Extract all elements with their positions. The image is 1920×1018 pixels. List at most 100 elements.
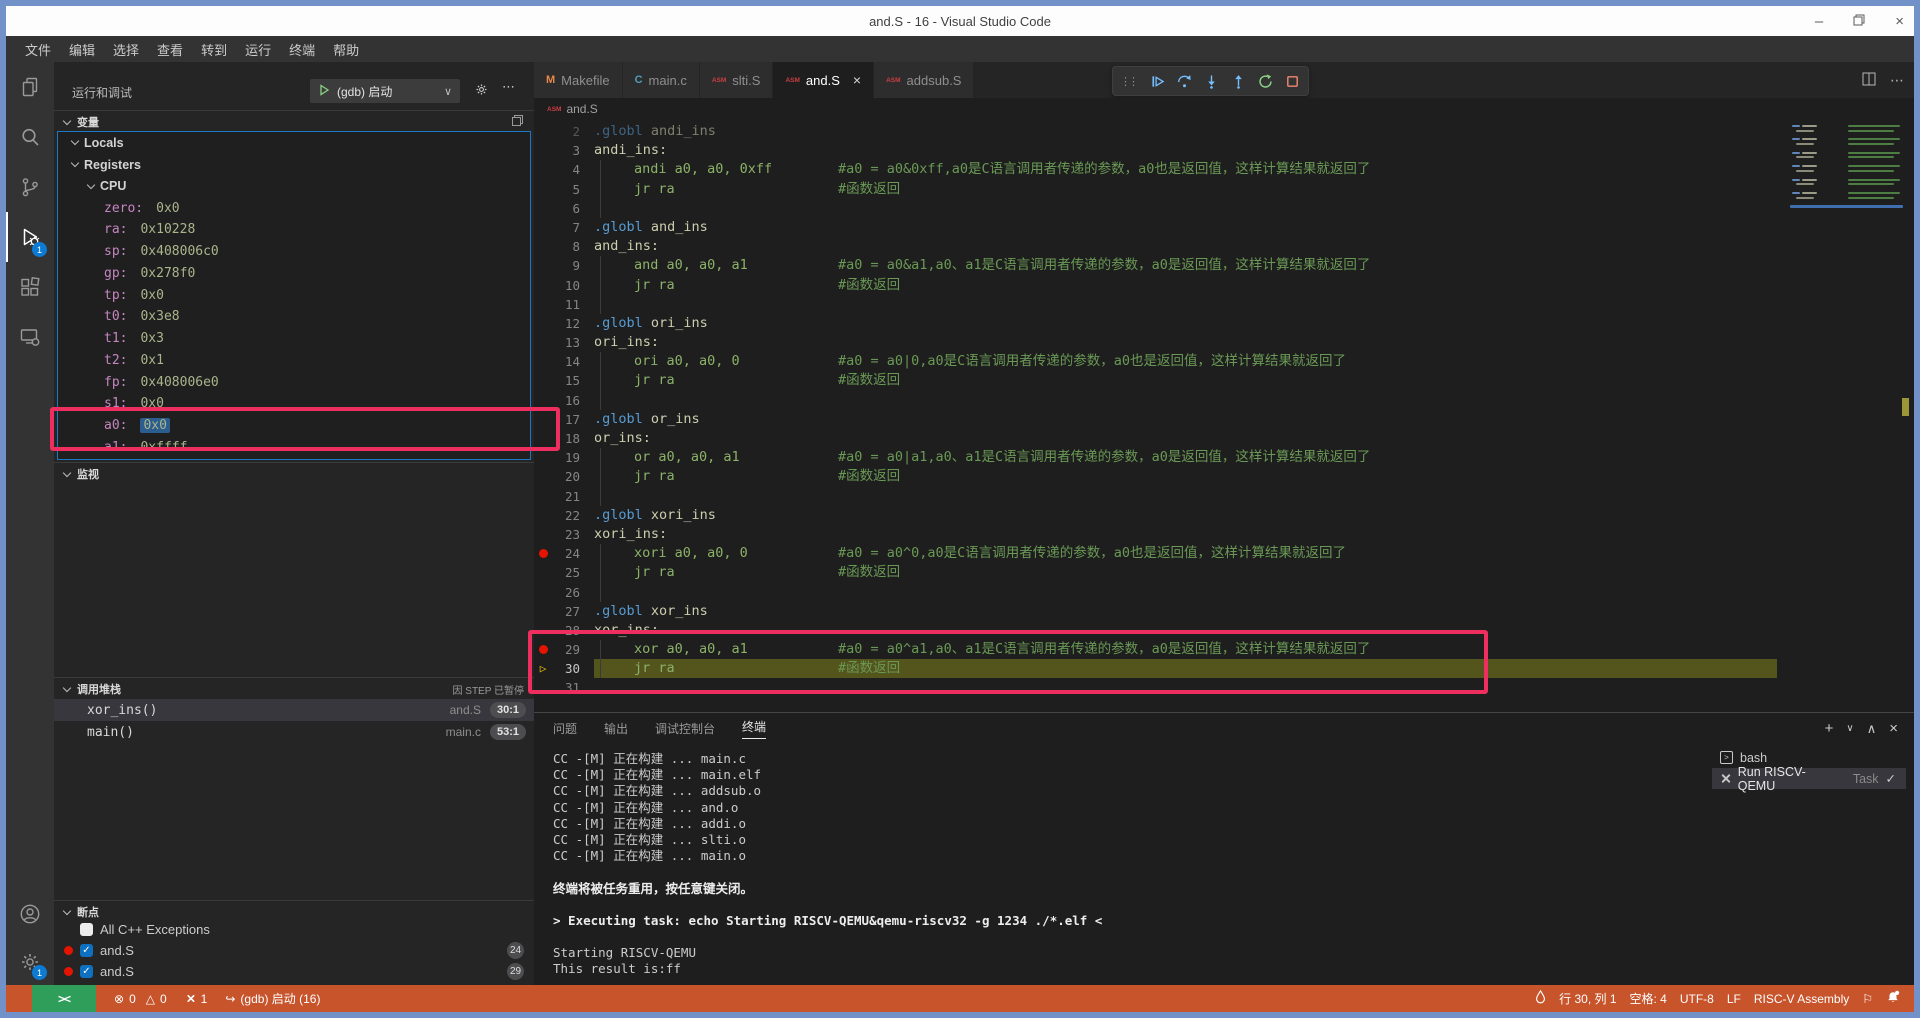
gutter-glyph[interactable] — [534, 506, 552, 525]
register-row-a0[interactable]: a0:0x0 — [58, 415, 530, 437]
code-line-10[interactable]: 10jr ra#函数返回 — [534, 276, 1914, 295]
gutter-glyph[interactable] — [534, 563, 552, 582]
register-row-s1[interactable]: s1:0x0 — [58, 393, 530, 415]
code-line-22[interactable]: 22.globl xori_ins — [534, 506, 1914, 525]
panel-tab-调试控制台[interactable]: 调试控制台 — [655, 720, 715, 737]
code-line-14[interactable]: 14ori a0, a0, 0#a0 = a0|0,a0是C语言调用者传递的参数… — [534, 352, 1914, 371]
code-line-5[interactable]: 5jr ra#函数返回 — [534, 180, 1914, 199]
account-icon[interactable] — [6, 889, 54, 939]
register-row-ra[interactable]: ra:0x10228 — [58, 219, 530, 241]
gutter-glyph[interactable] — [534, 352, 552, 371]
debug-step-out-button[interactable] — [1230, 71, 1247, 91]
call-stack-frame[interactable]: main()main.c53:1 — [54, 721, 534, 743]
menu-item[interactable]: 选择 — [104, 40, 148, 59]
terminal-dropdown-icon[interactable]: ∨ — [1846, 723, 1853, 734]
code-line-2[interactable]: 2.globl andi_ins — [534, 122, 1914, 141]
code-line-23[interactable]: 23xori_ins: — [534, 525, 1914, 544]
code-line-25[interactable]: 25jr ra#函数返回 — [534, 563, 1914, 582]
gutter-glyph[interactable] — [534, 678, 552, 697]
gutter-glyph[interactable]: ▷ — [534, 659, 552, 678]
maximize-panel-icon[interactable]: ∧ — [1867, 721, 1877, 737]
panel-collapse-icon[interactable] — [511, 114, 524, 130]
debug-step-over-button[interactable] — [1176, 71, 1193, 91]
register-row-tp[interactable]: tp:0x0 — [58, 284, 530, 306]
breakpoint-row[interactable]: All C++ Exceptions — [54, 919, 534, 940]
register-row-zero[interactable]: zero:0x0 — [58, 197, 530, 219]
code-line-8[interactable]: 8and_ins: — [534, 237, 1914, 256]
menu-item[interactable]: 帮助 — [324, 40, 368, 59]
code-line-16[interactable]: 16 — [534, 391, 1914, 410]
code-line-21[interactable]: 21 — [534, 487, 1914, 506]
variables-section-header[interactable]: 变量 — [54, 110, 534, 133]
gutter-glyph[interactable] — [534, 583, 552, 602]
gutter-glyph[interactable] — [534, 199, 552, 218]
code-line-9[interactable]: 9and a0, a0, a1#a0 = a0&a1,a0、a1是C语言调用者传… — [534, 256, 1914, 275]
panel-tab-问题[interactable]: 问题 — [553, 720, 577, 737]
code-line-19[interactable]: 19or a0, a0, a1#a0 = a0|a1,a0、a1是C语言调用者传… — [534, 448, 1914, 467]
eol-status[interactable]: LF — [1727, 992, 1741, 1006]
menu-item[interactable]: 查看 — [148, 40, 192, 59]
debug-gear-icon[interactable] — [474, 82, 489, 100]
gutter-glyph[interactable] — [534, 237, 552, 256]
source-control-icon[interactable] — [6, 162, 54, 212]
more-editor-actions-icon[interactable]: ⋯ — [1890, 72, 1904, 89]
code-line-12[interactable]: 12.globl ori_ins — [534, 314, 1914, 333]
register-row-t0[interactable]: t0:0x3e8 — [58, 306, 530, 328]
code-line-18[interactable]: 18or_ins: — [534, 429, 1914, 448]
settings-gear-icon[interactable]: 1 — [6, 939, 54, 985]
breakpoint-row[interactable]: ✓and.S24 — [54, 940, 534, 961]
minimap[interactable] — [1790, 122, 1903, 214]
gutter-glyph[interactable] — [534, 371, 552, 390]
debug-stop-button[interactable] — [1284, 71, 1301, 91]
tab-slti.S[interactable]: ASMslti.S — [700, 62, 773, 98]
problems-status[interactable]: ⊗ 0 △ 0 — [114, 992, 167, 1006]
debug-continue-button[interactable] — [1149, 71, 1166, 91]
code-line-17[interactable]: 17.globl or_ins — [534, 410, 1914, 429]
debug-config-dropdown[interactable]: (gdb) 启动 ∨ — [310, 79, 460, 103]
register-row-gp[interactable]: gp:0x278f0 — [58, 263, 530, 285]
menu-item[interactable]: 转到 — [192, 40, 236, 59]
menu-item[interactable]: 运行 — [236, 40, 280, 59]
gutter-glyph[interactable] — [534, 160, 552, 179]
split-editor-icon[interactable] — [1862, 72, 1876, 89]
close-button[interactable]: × — [1895, 14, 1904, 29]
panel-tab-终端[interactable]: 终端 — [742, 718, 766, 739]
remote-explorer-icon[interactable] — [6, 312, 54, 362]
gutter-glyph[interactable] — [534, 276, 552, 295]
call-stack-section-header[interactable]: 调用堆栈 因 STEP 已暂停 — [54, 677, 534, 700]
breakpoint-checkbox[interactable]: ✓ — [80, 965, 93, 978]
breadcrumb[interactable]: ASM and.S — [534, 98, 1914, 120]
menu-item[interactable]: 编辑 — [60, 40, 104, 59]
gutter-glyph[interactable] — [534, 122, 552, 141]
gutter-glyph[interactable] — [534, 295, 552, 314]
language-status[interactable]: RISC-V Assembly — [1754, 992, 1849, 1006]
gutter-glyph[interactable] — [534, 180, 552, 199]
code-line-30[interactable]: ▷30jr ra#函数返回 — [534, 659, 1914, 678]
register-row-fp[interactable]: fp:0x408006e0 — [58, 371, 530, 393]
register-row-sp[interactable]: sp:0x408006c0 — [58, 241, 530, 263]
tree-node-Registers[interactable]: Registers — [58, 154, 530, 176]
gutter-glyph[interactable] — [534, 487, 552, 506]
run-and-debug-icon[interactable]: 1 — [6, 212, 54, 262]
gutter-glyph[interactable] — [534, 314, 552, 333]
code-line-29[interactable]: 29xor a0, a0, a1#a0 = a0^a1,a0、a1是C语言调用者… — [534, 640, 1914, 659]
start-debug-icon[interactable] — [318, 84, 330, 99]
gutter-glyph[interactable] — [534, 429, 552, 448]
gutter-glyph[interactable] — [534, 410, 552, 429]
register-row-a1[interactable]: a1:0xffff — [58, 437, 530, 459]
terminal-output[interactable]: CC -[M] 正在构建 ... main.cCC -[M] 正在构建 ... … — [553, 751, 1102, 978]
code-line-13[interactable]: 13ori_ins: — [534, 333, 1914, 352]
breakpoint-row[interactable]: ✓and.S29 — [54, 961, 534, 982]
gutter-glyph[interactable] — [534, 525, 552, 544]
menu-item[interactable]: 终端 — [280, 40, 324, 59]
debug-session-status[interactable]: ↪ (gdb) 启动 (16) — [225, 990, 320, 1007]
debug-step-into-button[interactable] — [1203, 71, 1220, 91]
gutter-glyph[interactable] — [534, 467, 552, 486]
gutter-glyph[interactable] — [534, 141, 552, 160]
panel-tab-输出[interactable]: 输出 — [604, 720, 628, 737]
gutter-glyph[interactable] — [534, 640, 552, 659]
code-line-26[interactable]: 26 — [534, 583, 1914, 602]
tab-Makefile[interactable]: MMakefile — [534, 62, 622, 98]
breadcrumb-file[interactable]: and.S — [566, 102, 597, 116]
notifications-bell-icon[interactable] — [1886, 990, 1900, 1007]
